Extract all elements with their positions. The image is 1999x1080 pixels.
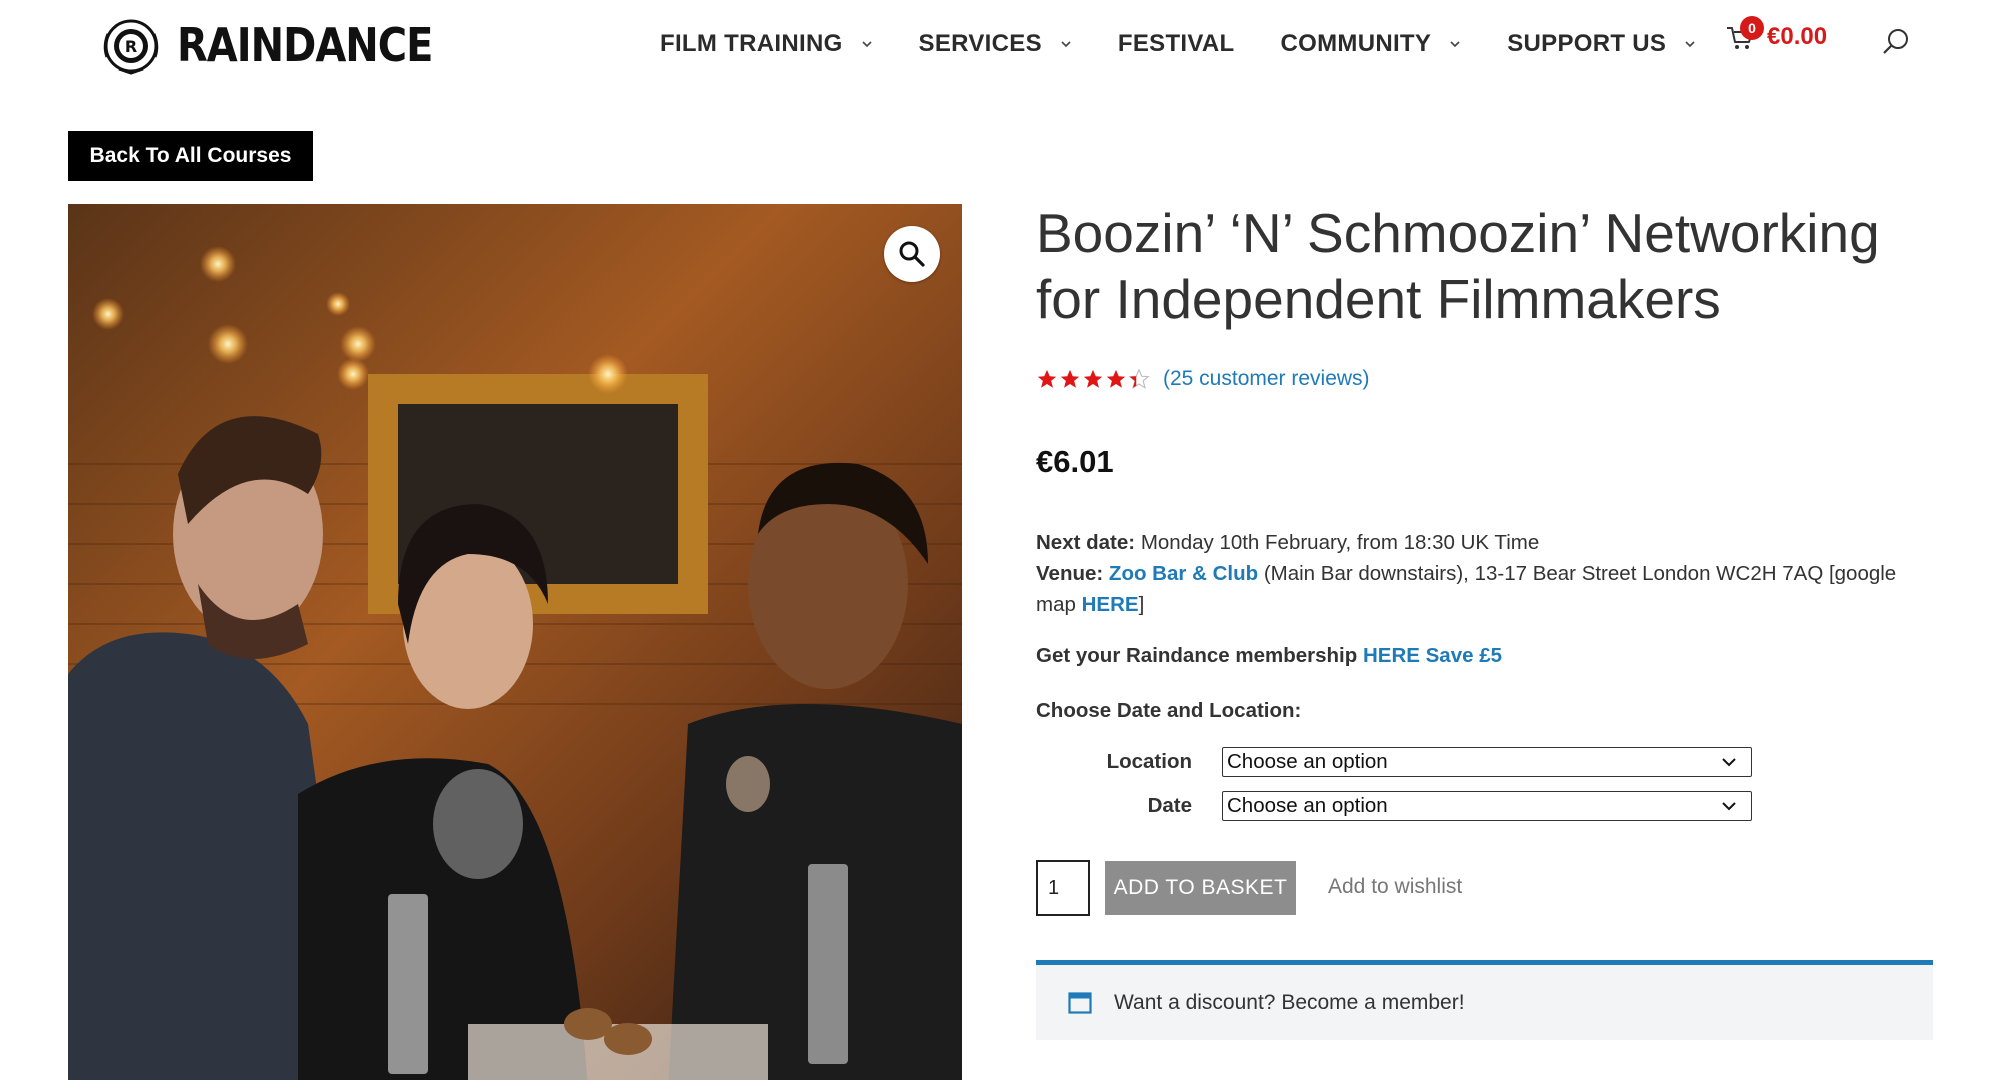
quantity-input[interactable]: 1: [1036, 860, 1090, 916]
date-label: Date: [1147, 794, 1192, 817]
star-full-icon: [1106, 369, 1126, 388]
date-select-value: Choose an option: [1227, 794, 1388, 817]
chevron-down-icon: [1450, 41, 1460, 48]
location-select-value: Choose an option: [1227, 750, 1388, 773]
cart-button[interactable]: 0 €0.00: [1725, 16, 1828, 52]
chevron-down-icon: [1685, 41, 1695, 48]
nav-item-label: FESTIVAL: [1117, 30, 1235, 57]
star-partial-icon: [1128, 368, 1150, 389]
discount-notice: Want a discount? Become a member!: [1036, 960, 1933, 1040]
site-logo[interactable]: R RAINDANCE: [99, 17, 433, 75]
chevron-down-icon: [1061, 41, 1071, 48]
add-to-wishlist-link[interactable]: Add to wishlist: [1328, 875, 1462, 899]
date-row: Date Choose an option: [1036, 791, 1752, 821]
svg-text:R: R: [125, 37, 137, 56]
next-date-line: Next date: Monday 10th February, from 18…: [1036, 527, 1936, 558]
search-icon[interactable]: [1880, 26, 1912, 58]
nav-item-film-training[interactable]: FILM TRAINING: [660, 30, 873, 58]
back-to-courses-button[interactable]: Back To All Courses: [68, 131, 313, 181]
venue-end: ]: [1138, 593, 1145, 616]
star-full-icon: [1037, 369, 1057, 388]
star-rating: [1036, 368, 1151, 390]
product-rating: (25 customer reviews): [1036, 367, 1370, 391]
star-full-icon: [1083, 369, 1103, 388]
product-image: [68, 204, 962, 1080]
nav-item-label: FILM TRAINING: [660, 30, 843, 57]
venue-line: Venue: Zoo Bar & Club (Main Bar downstai…: [1036, 558, 1936, 620]
cart-count-badge: 0: [1740, 16, 1764, 40]
window-icon: [1068, 991, 1092, 1014]
next-date-value: Monday 10th February, from 18:30 UK Time: [1140, 531, 1540, 554]
brand-name: RAINDANCE: [177, 19, 433, 73]
chevron-down-icon: [1722, 758, 1736, 767]
chevron-down-icon: [1722, 802, 1736, 811]
venue-label: Venue:: [1036, 562, 1104, 585]
add-to-basket-button[interactable]: ADD TO BASKET: [1105, 861, 1296, 915]
networking-photo: [68, 204, 962, 1080]
site-header: R RAINDANCE FILM TRAINING SERVICES FESTI…: [0, 0, 1999, 92]
customer-reviews-link[interactable]: (25 customer reviews): [1163, 367, 1370, 391]
google-map-link[interactable]: HERE: [1082, 593, 1139, 616]
star-full-icon: [1060, 369, 1080, 388]
membership-link[interactable]: HERE Save £5: [1363, 644, 1502, 667]
next-date-label: Next date:: [1036, 531, 1136, 554]
product-title: Boozin’ ‘N’ Schmoozin’ Networking for In…: [1036, 202, 1880, 330]
product-price: €6.01: [1036, 444, 1114, 479]
location-select[interactable]: Choose an option: [1222, 747, 1752, 777]
become-member-link[interactable]: Want a discount? Become a member!: [1114, 991, 1465, 1015]
nav-item-community[interactable]: COMMUNITY: [1281, 30, 1462, 58]
cart-icon: 0: [1725, 16, 1764, 52]
nav-item-support-us[interactable]: SUPPORT US: [1507, 30, 1696, 58]
event-details: Next date: Monday 10th February, from 18…: [1036, 527, 1936, 620]
magnifier-icon: [899, 241, 925, 267]
cart-amount: €0.00: [1767, 23, 1828, 50]
membership-text: Get your Raindance membership: [1036, 644, 1358, 667]
raindance-logo-icon: R: [103, 19, 159, 75]
location-row: Location Choose an option: [1036, 747, 1752, 777]
venue-link[interactable]: Zoo Bar & Club: [1109, 562, 1258, 585]
nav-item-label: SERVICES: [918, 30, 1042, 57]
nav-item-festival[interactable]: FESTIVAL: [1118, 30, 1235, 58]
nav-item-services[interactable]: SERVICES: [919, 30, 1072, 58]
chevron-down-icon: [861, 41, 872, 48]
location-label: Location: [1106, 750, 1192, 773]
choose-date-location-label: Choose Date and Location:: [1036, 699, 1302, 722]
membership-line: Get your Raindance membership HERE Save …: [1036, 644, 1502, 668]
main-nav: FILM TRAINING SERVICES FESTIVAL COMMUNIT…: [660, 26, 1742, 62]
nav-item-label: COMMUNITY: [1280, 30, 1432, 57]
nav-item-label: SUPPORT US: [1507, 30, 1667, 57]
zoom-button[interactable]: [884, 226, 940, 282]
date-select[interactable]: Choose an option: [1222, 791, 1752, 821]
